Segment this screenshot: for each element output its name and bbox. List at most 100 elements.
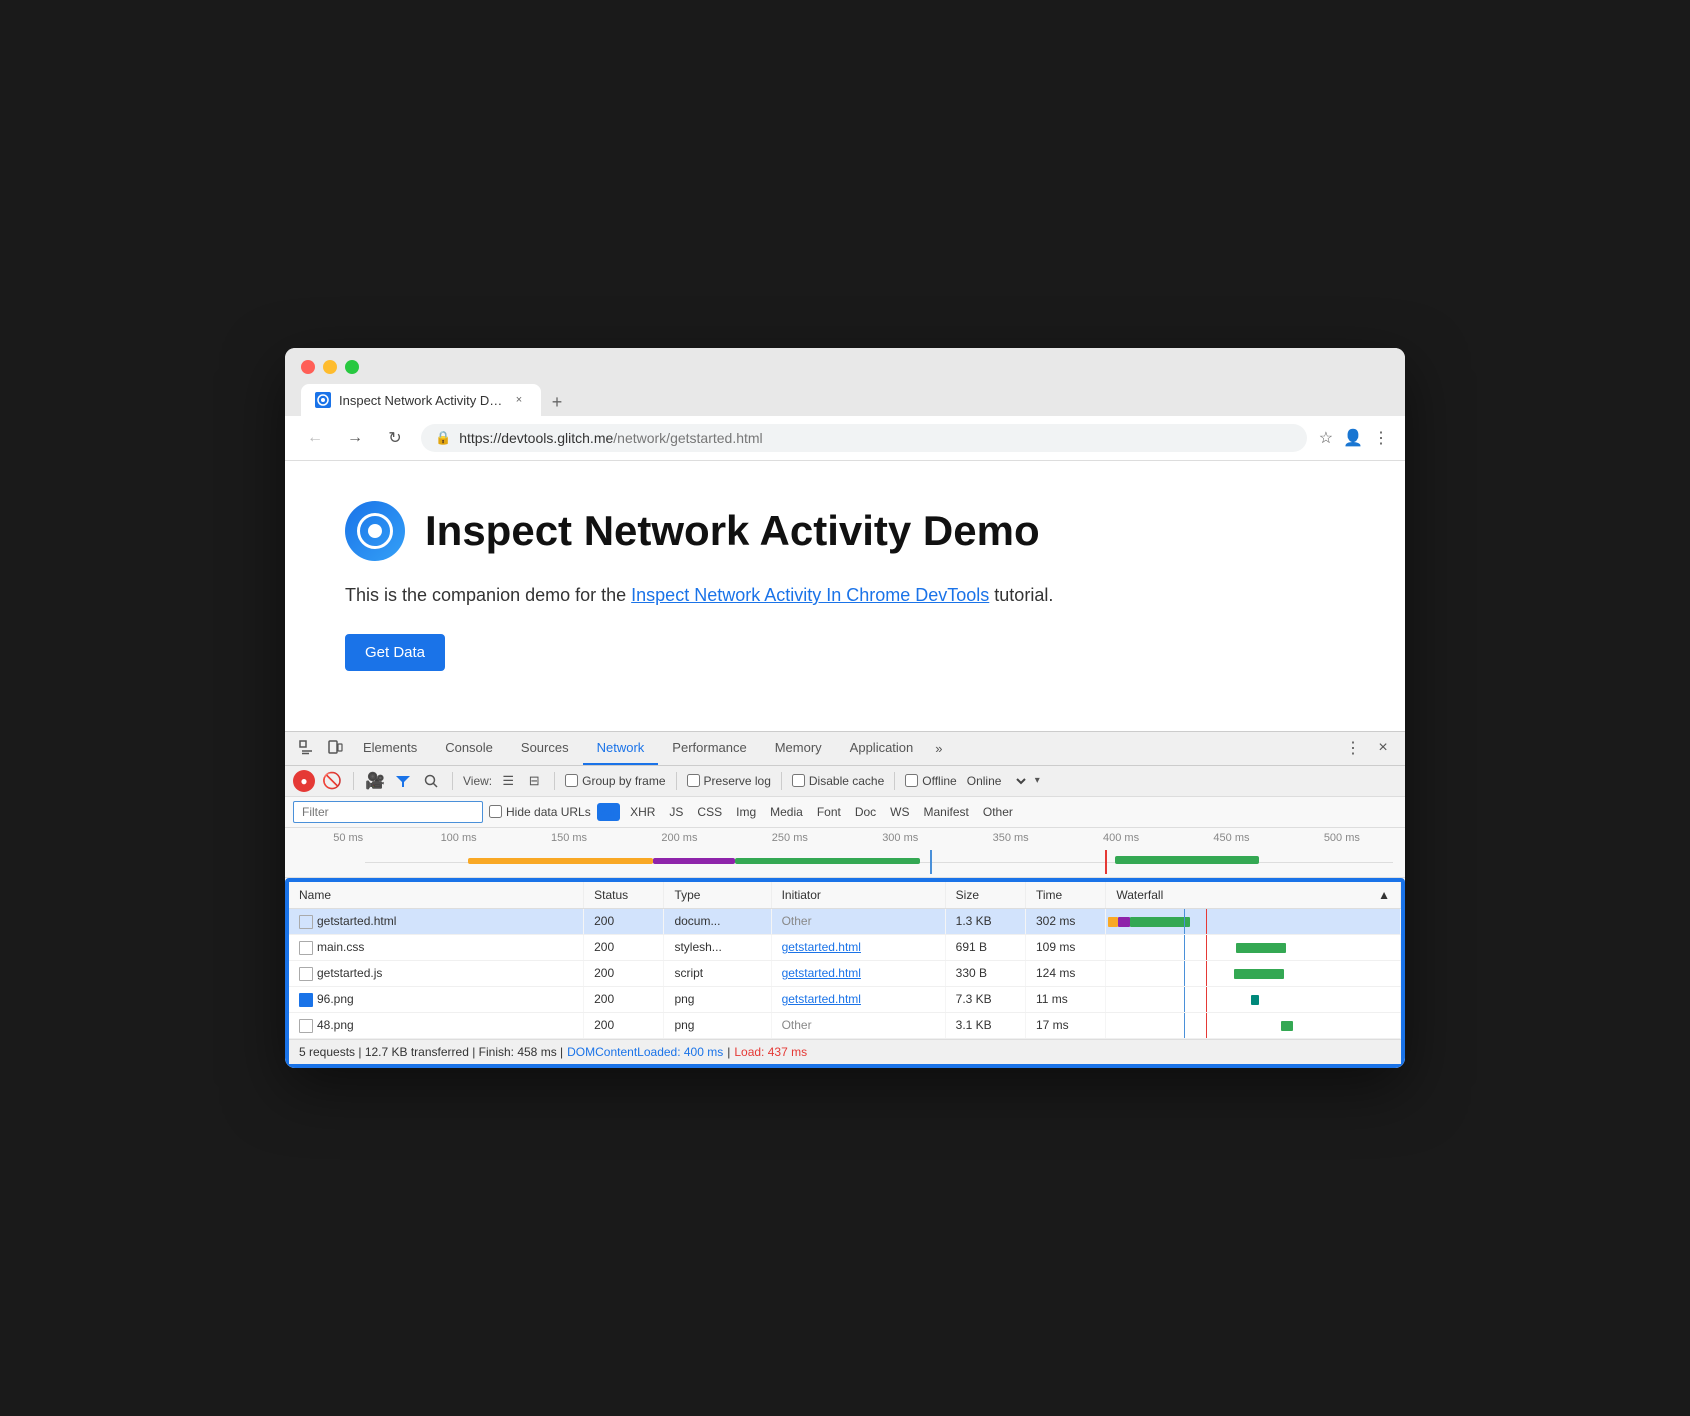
waterfall-blue-line (1184, 935, 1185, 960)
devtools-actions: ⋮ × (1339, 734, 1397, 762)
new-tab-button[interactable]: + (543, 388, 571, 416)
offline-input[interactable] (905, 774, 918, 787)
devtools-tab-list: Elements Console Sources Network Perform… (349, 732, 1339, 765)
filter-input[interactable] (293, 801, 483, 823)
page-heading: Inspect Network Activity Demo (345, 501, 1345, 561)
filter-all-badge[interactable]: All (597, 803, 620, 821)
devtools-more-options-button[interactable]: ⋮ (1339, 734, 1367, 762)
forward-button[interactable]: → (341, 424, 369, 452)
initiator-link[interactable]: getstarted.html (782, 966, 861, 980)
close-button[interactable] (301, 360, 315, 374)
th-time[interactable]: Time (1026, 882, 1106, 909)
filter-font[interactable]: Font (813, 803, 845, 821)
group-by-frame-input[interactable] (565, 774, 578, 787)
tab-memory[interactable]: Memory (761, 732, 836, 765)
file-icon (299, 1019, 313, 1033)
avatar-icon[interactable]: 👤 (1343, 428, 1363, 448)
tab-network[interactable]: Network (583, 732, 659, 765)
url-bar[interactable]: 🔒 https://devtools.glitch.me/network/get… (421, 424, 1307, 452)
more-tabs-button[interactable]: » (927, 733, 950, 764)
refresh-button[interactable]: ↻ (381, 424, 409, 452)
filter-doc[interactable]: Doc (851, 803, 880, 821)
filter-other[interactable]: Other (979, 803, 1017, 821)
get-data-button[interactable]: Get Data (345, 634, 445, 671)
initiator-link[interactable]: getstarted.html (782, 992, 861, 1006)
toolbar-separator-5 (781, 772, 782, 790)
disable-cache-input[interactable] (792, 774, 805, 787)
tab-application[interactable]: Application (836, 732, 928, 765)
tab-sources[interactable]: Sources (507, 732, 583, 765)
table-header: Name Status Type Initiator Size Time Wat… (289, 882, 1401, 909)
page-subtitle: This is the companion demo for the Inspe… (345, 581, 1345, 610)
record-button[interactable]: ● (293, 770, 315, 792)
waterfall-label: Waterfall (1116, 888, 1163, 902)
disable-cache-checkbox[interactable]: Disable cache (792, 774, 884, 788)
th-name[interactable]: Name (289, 882, 584, 909)
bookmark-icon[interactable]: ☆ (1319, 428, 1333, 448)
offline-checkbox[interactable]: Offline (905, 774, 956, 788)
filter-js[interactable]: JS (665, 803, 687, 821)
preserve-log-checkbox[interactable]: Preserve log (687, 774, 771, 788)
active-tab[interactable]: Inspect Network Activity Demo × (301, 384, 541, 416)
table-row[interactable]: getstarted.js200scriptgetstarted.html330… (289, 960, 1401, 986)
tree-view-button[interactable]: ⊟ (524, 771, 544, 791)
minimize-button[interactable] (323, 360, 337, 374)
th-waterfall[interactable]: Waterfall ▲ (1106, 882, 1401, 909)
cell-size: 330 B (945, 960, 1025, 986)
devtools-inspect-icon[interactable] (293, 734, 321, 762)
table-row[interactable]: main.css200stylesh...getstarted.html691 … (289, 934, 1401, 960)
page-content: Inspect Network Activity Demo This is th… (285, 461, 1405, 731)
toolbar-separator-1 (353, 772, 354, 790)
waterfall-bar (1118, 917, 1130, 927)
cell-initiator[interactable]: getstarted.html (771, 960, 945, 986)
list-view-button[interactable]: ☰ (498, 771, 518, 791)
table-row[interactable]: 96.png200pnggetstarted.html7.3 KB11 ms (289, 986, 1401, 1012)
tab-console[interactable]: Console (431, 732, 507, 765)
address-bar: ← → ↻ 🔒 https://devtools.glitch.me/netwo… (285, 416, 1405, 461)
filter-css[interactable]: CSS (693, 803, 726, 821)
cell-type: png (664, 1012, 771, 1038)
maximize-button[interactable] (345, 360, 359, 374)
filter-ws[interactable]: WS (886, 803, 913, 821)
initiator-link[interactable]: getstarted.html (782, 940, 861, 954)
hide-data-urls-checkbox[interactable]: Hide data URLs (489, 805, 591, 819)
browser-window: Inspect Network Activity Demo × + ← → ↻ … (285, 348, 1405, 1068)
tab-elements[interactable]: Elements (349, 732, 431, 765)
filter-button[interactable] (392, 770, 414, 792)
cell-initiator[interactable]: getstarted.html (771, 986, 945, 1012)
throttle-select[interactable]: Online Fast 3G Slow 3G (963, 773, 1029, 789)
filter-img[interactable]: Img (732, 803, 760, 821)
timeline-label-150: 150 ms (514, 832, 624, 844)
tutorial-link[interactable]: Inspect Network Activity In Chrome DevTo… (631, 585, 989, 605)
waterfall-red-line (1206, 935, 1207, 960)
dom-content-loaded-label: DOMContentLoaded: 400 ms (567, 1045, 723, 1059)
th-type[interactable]: Type (664, 882, 771, 909)
preserve-log-input[interactable] (687, 774, 700, 787)
filter-xhr[interactable]: XHR (626, 803, 659, 821)
more-icon[interactable]: ⋮ (1373, 428, 1389, 448)
back-button[interactable]: ← (301, 424, 329, 452)
devtools-device-icon[interactable] (321, 734, 349, 762)
th-size[interactable]: Size (945, 882, 1025, 909)
th-status[interactable]: Status (584, 882, 664, 909)
group-by-frame-checkbox[interactable]: Group by frame (565, 774, 665, 788)
cell-waterfall (1106, 934, 1401, 960)
video-button[interactable]: 🎥 (364, 770, 386, 792)
hide-data-urls-input[interactable] (489, 805, 502, 818)
header-row: Name Status Type Initiator Size Time Wat… (289, 882, 1401, 909)
cell-name: getstarted.html (289, 908, 584, 934)
timeline-label-350: 350 ms (955, 832, 1065, 844)
cell-initiator[interactable]: getstarted.html (771, 934, 945, 960)
search-button[interactable] (420, 770, 442, 792)
th-initiator[interactable]: Initiator (771, 882, 945, 909)
tab-performance[interactable]: Performance (658, 732, 760, 765)
devtools-close-button[interactable]: × (1369, 734, 1397, 762)
table-row[interactable]: 48.png200pngOther3.1 KB17 ms (289, 1012, 1401, 1038)
cell-status: 200 (584, 934, 664, 960)
clear-button[interactable]: 🚫 (321, 770, 343, 792)
timeline-visual (365, 848, 1393, 876)
filter-media[interactable]: Media (766, 803, 807, 821)
table-row[interactable]: getstarted.html200docum...Other1.3 KB302… (289, 908, 1401, 934)
filter-manifest[interactable]: Manifest (920, 803, 973, 821)
tab-close-icon[interactable]: × (511, 392, 527, 408)
